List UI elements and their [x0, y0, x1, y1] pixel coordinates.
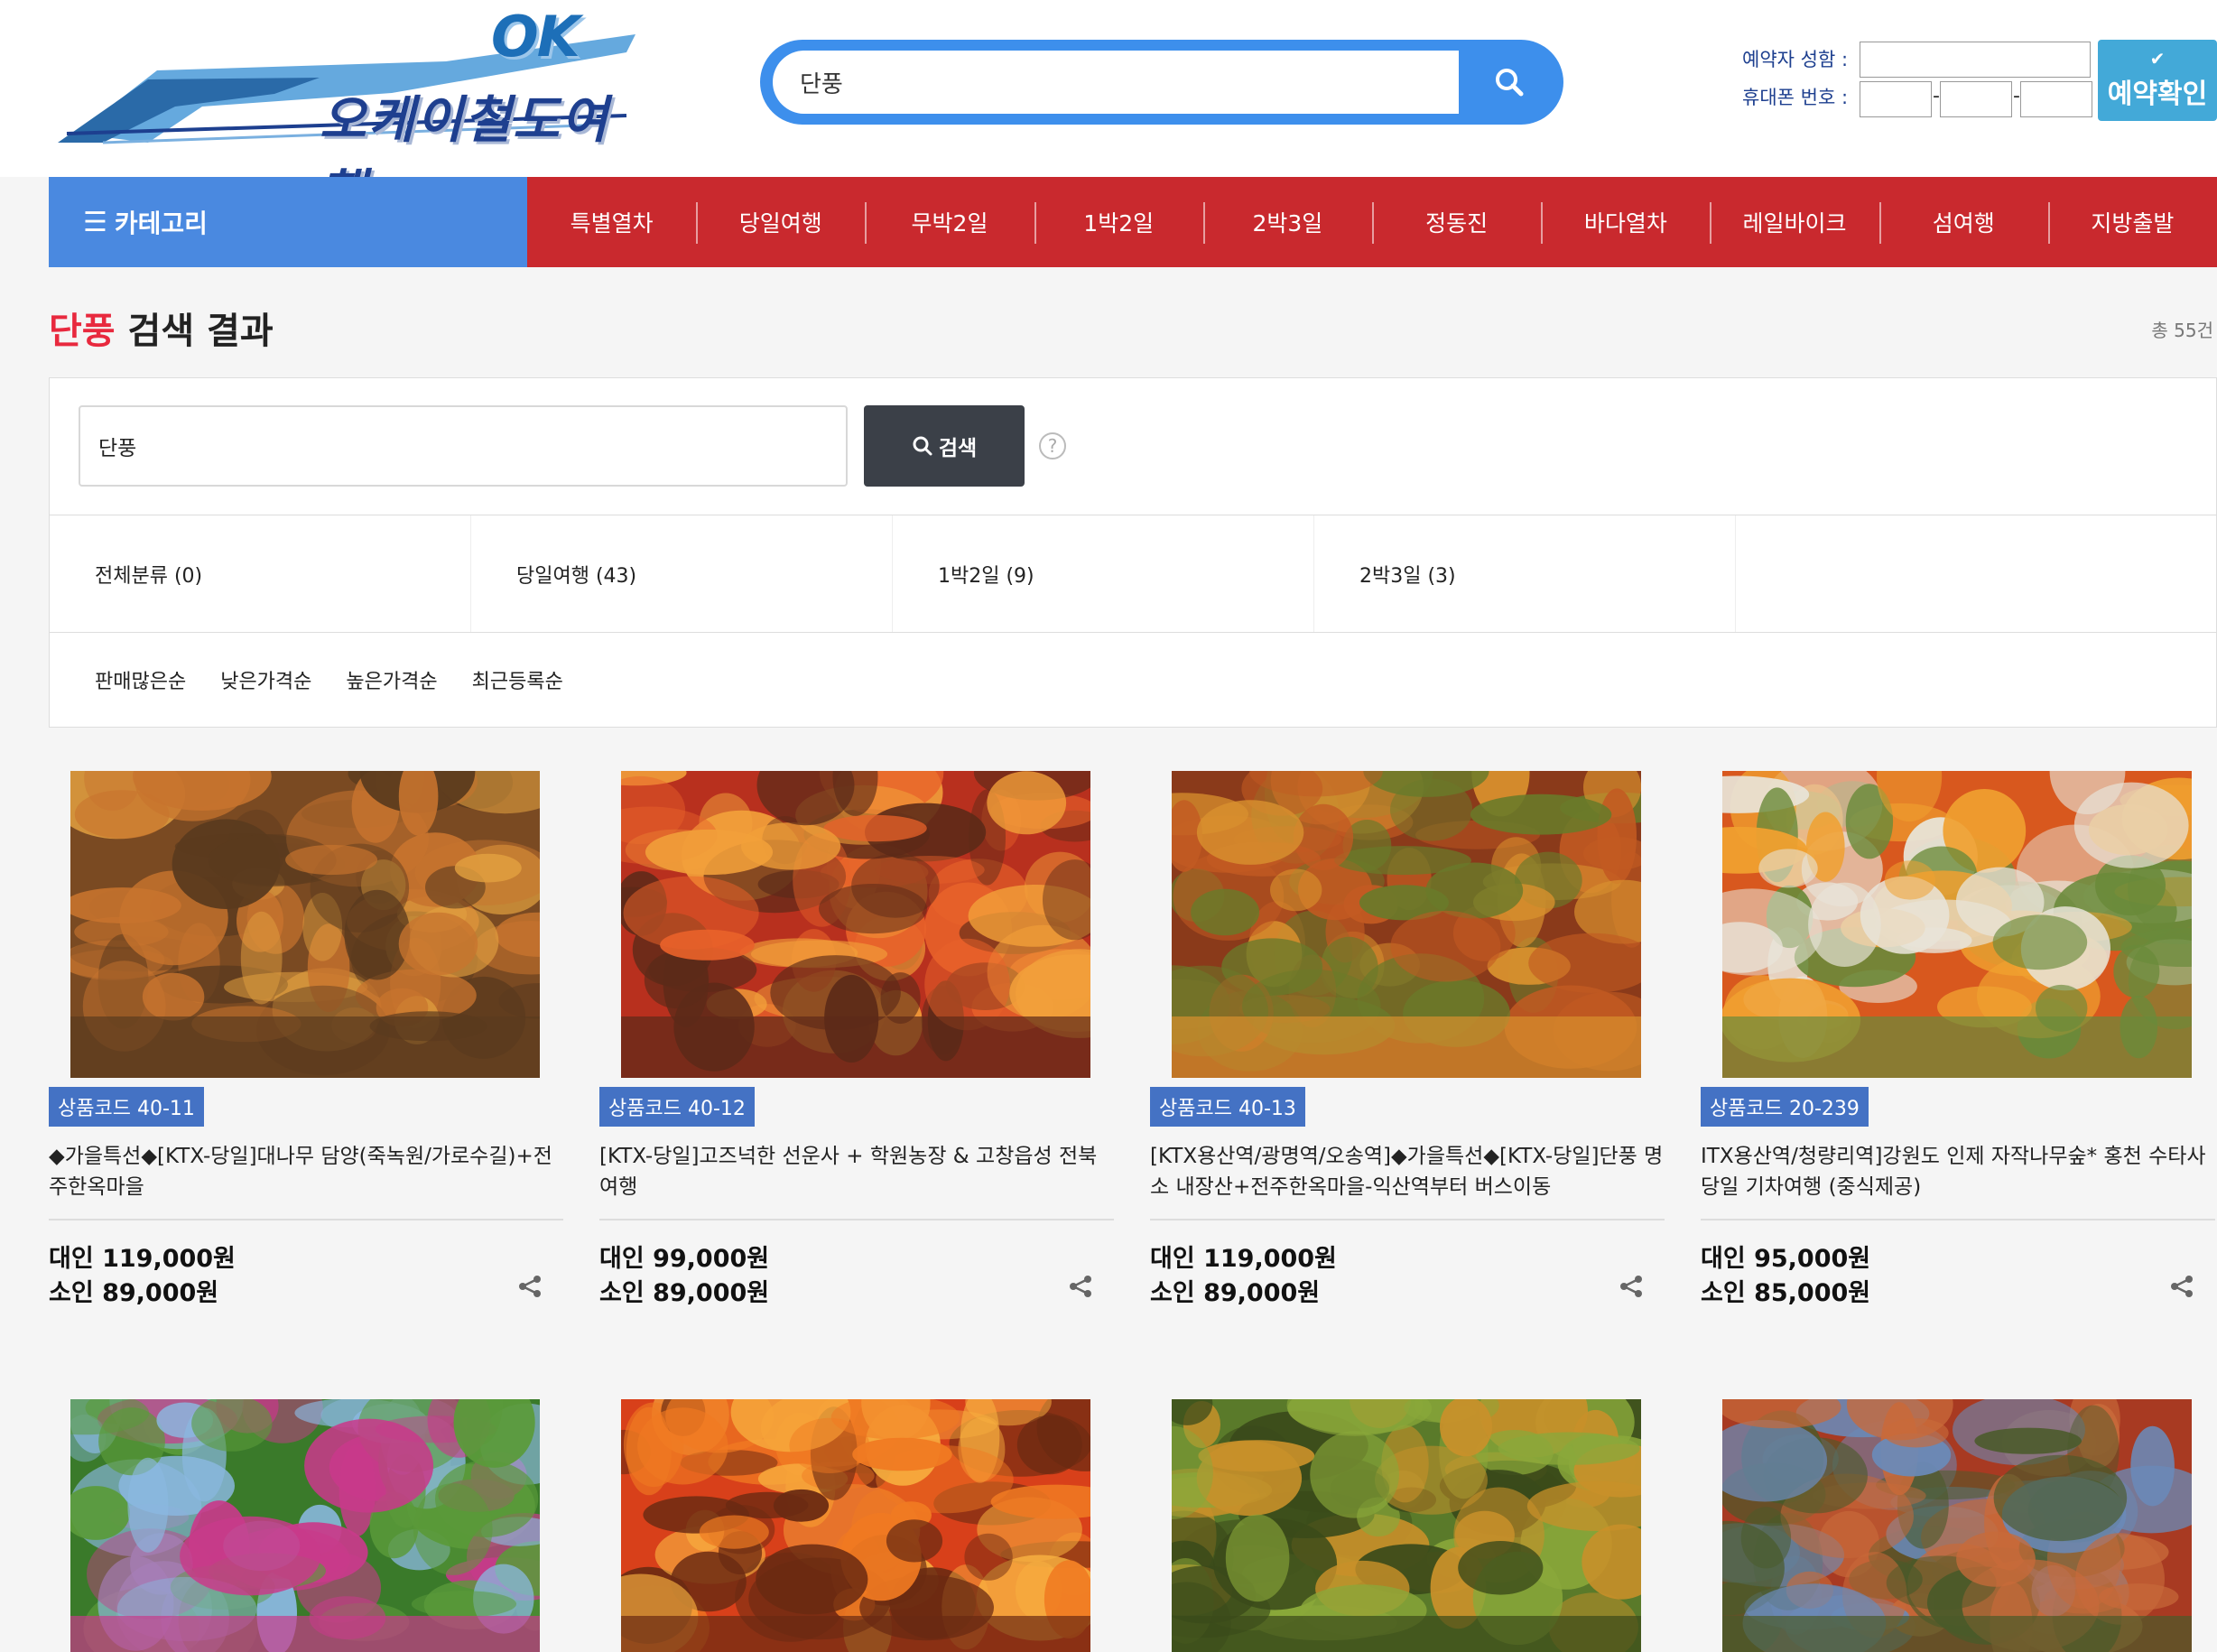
hamburger-icon: ☰	[83, 206, 107, 238]
nav-item-jeongdongjin[interactable]: 정동진	[1372, 177, 1541, 267]
category-label: 카테고리	[114, 209, 208, 238]
search-button-label: 검색	[938, 437, 978, 460]
reserver-name-label: 예약자 성함 :	[1742, 49, 1849, 70]
product-photo	[70, 771, 540, 1078]
nav-item-overnight-2day[interactable]: 무박2일	[865, 177, 1034, 267]
product-photo	[70, 1399, 540, 1652]
child-price: 소인 89,000원	[1150, 1279, 1321, 1307]
product-image[interactable]	[70, 1399, 540, 1652]
reservation-check: 예약자 성함 : 휴대폰 번호 : - - ✔ 예약확인	[1733, 40, 2217, 130]
phone-dash: -	[2013, 85, 2020, 107]
adult-price: 대인 95,000원	[1701, 1245, 1871, 1273]
phone-part3-input[interactable]	[2020, 81, 2092, 117]
logo-ok-text: OK	[491, 4, 580, 70]
share-icon[interactable]	[1618, 1273, 1645, 1300]
sort-newest[interactable]: 최근등록순	[472, 665, 563, 694]
keyword-search-button[interactable]: 검색	[864, 405, 1025, 487]
category-all[interactable]: 전체분류 (0)	[50, 515, 471, 632]
product-photo	[621, 771, 1090, 1078]
product-name[interactable]: ITX용산역/청량리역]강원도 인제 자작나무숲* 홍천 수타사 당일 기차여행…	[1701, 1141, 2215, 1202]
child-price: 소인 89,000원	[599, 1279, 770, 1307]
product-photo	[1722, 771, 2192, 1078]
nav-item-regional-departure[interactable]: 지방출발	[2047, 177, 2217, 267]
reservation-check-button[interactable]: ✔ 예약확인	[2098, 40, 2217, 121]
product-photo	[1172, 1399, 1641, 1652]
phone-part2-input[interactable]	[1940, 81, 2012, 117]
product-image[interactable]	[70, 771, 540, 1078]
product-name[interactable]: [KTX-당일]고즈넉한 선운사 + 학원농장 & 고창읍성 전북여행	[599, 1141, 1114, 1202]
nav-item-1night-2days[interactable]: 1박2일	[1034, 177, 1203, 267]
divider	[1701, 1219, 2215, 1220]
child-price: 소인 85,000원	[1701, 1279, 1871, 1307]
category-filter: 전체분류 (0) 당일여행 (43) 1박2일 (9) 2박3일 (3)	[50, 515, 2216, 633]
divider	[49, 1219, 563, 1220]
keyword-row: 검색 ?	[50, 378, 2216, 515]
nav-item-day-trip[interactable]: 당일여행	[696, 177, 865, 267]
product-image[interactable]	[621, 1399, 1090, 1652]
product-code-badge: 상품코드 40-11	[49, 1087, 204, 1127]
adult-price: 대인 119,000원	[49, 1245, 236, 1273]
search-filter-panel: 검색 ? 전체분류 (0) 당일여행 (43) 1박2일 (9) 2박3일 (3…	[49, 377, 2217, 728]
product-code-badge: 상품코드 40-12	[599, 1087, 755, 1127]
main-nav: ☰ 카테고리 특별열차 당일여행 무박2일 1박2일 2박3일 정동진 바다열차…	[49, 177, 2217, 267]
sort-options: 판매많은순 낮은가격순 높은가격순 최근등록순	[95, 665, 563, 694]
site-header: OK 오케이철도여행 예약자 성함 : 휴대폰 번호 : - - ✔ 예약확인	[0, 0, 2217, 223]
product-photo	[1172, 771, 1641, 1078]
phone-label: 휴대폰 번호 :	[1742, 87, 1849, 108]
category-empty-slot	[1736, 515, 2157, 632]
category-2nights-3days[interactable]: 2박3일 (3)	[1314, 515, 1736, 632]
category-1night-2days[interactable]: 1박2일 (9)	[893, 515, 1314, 632]
product-image[interactable]	[1172, 1399, 1641, 1652]
site-logo[interactable]: OK 오케이철도여행	[49, 4, 645, 223]
share-icon[interactable]	[516, 1273, 543, 1300]
phone-dash: -	[1933, 85, 1940, 107]
product-image[interactable]	[1722, 771, 2192, 1078]
divider	[599, 1219, 1114, 1220]
title-suffix: 검색 결과	[115, 311, 274, 352]
product-name[interactable]: ◆가을특선◆[KTX-당일]대나무 담양(죽녹원/가로수길)+전주한옥마을	[49, 1141, 563, 1202]
help-icon[interactable]: ?	[1039, 432, 1066, 459]
product-code-badge: 상품코드 20-239	[1701, 1087, 1869, 1127]
header-search-input[interactable]	[773, 51, 1459, 114]
header-search-button[interactable]	[1473, 49, 1545, 116]
product-photo	[621, 1399, 1090, 1652]
reservation-check-label: 예약확인	[2107, 79, 2208, 110]
nav-item-sea-train[interactable]: 바다열차	[1541, 177, 1710, 267]
phone-part1-input[interactable]	[1860, 81, 1932, 117]
nav-item-island-trip[interactable]: 섬여행	[1878, 177, 2048, 267]
reserver-name-input[interactable]	[1860, 42, 2091, 78]
search-icon	[1496, 69, 1524, 97]
divider	[1150, 1219, 1665, 1220]
child-price: 소인 89,000원	[49, 1279, 219, 1307]
sort-best-selling[interactable]: 판매많은순	[95, 665, 186, 694]
page-title: 단풍 검색 결과	[49, 302, 274, 354]
keyword-input[interactable]	[79, 405, 848, 487]
product-name[interactable]: [KTX용산역/광명역/오송역]◆가을특선◆[KTX-당일]단풍 명소 내장산+…	[1150, 1141, 1665, 1202]
header-search-bar	[760, 40, 1563, 125]
nav-items: 특별열차 당일여행 무박2일 1박2일 2박3일 정동진 바다열차 레일바이크 …	[527, 177, 2217, 267]
product-photo	[1722, 1399, 2192, 1652]
share-icon[interactable]	[2168, 1273, 2195, 1300]
adult-price: 대인 99,000원	[599, 1245, 770, 1273]
share-icon[interactable]	[1067, 1273, 1094, 1300]
category-menu-button[interactable]: ☰ 카테고리	[49, 177, 527, 267]
product-image[interactable]	[1722, 1399, 2192, 1652]
sort-low-price[interactable]: 낮은가격순	[220, 665, 311, 694]
check-icon: ✔	[2149, 48, 2166, 70]
adult-price: 대인 119,000원	[1150, 1245, 1337, 1273]
search-icon	[913, 436, 932, 456]
result-count: 총 55건	[2151, 320, 2213, 341]
nav-item-special-train[interactable]: 특별열차	[527, 177, 696, 267]
sort-high-price[interactable]: 높은가격순	[346, 665, 437, 694]
category-day-trip[interactable]: 당일여행 (43)	[471, 515, 893, 632]
product-code-badge: 상품코드 40-13	[1150, 1087, 1305, 1127]
product-image[interactable]	[621, 771, 1090, 1078]
nav-item-rail-bike[interactable]: 레일바이크	[1710, 177, 1878, 267]
search-keyword: 단풍	[49, 311, 116, 352]
nav-item-2nights-3days[interactable]: 2박3일	[1202, 177, 1372, 267]
product-image[interactable]	[1172, 771, 1641, 1078]
